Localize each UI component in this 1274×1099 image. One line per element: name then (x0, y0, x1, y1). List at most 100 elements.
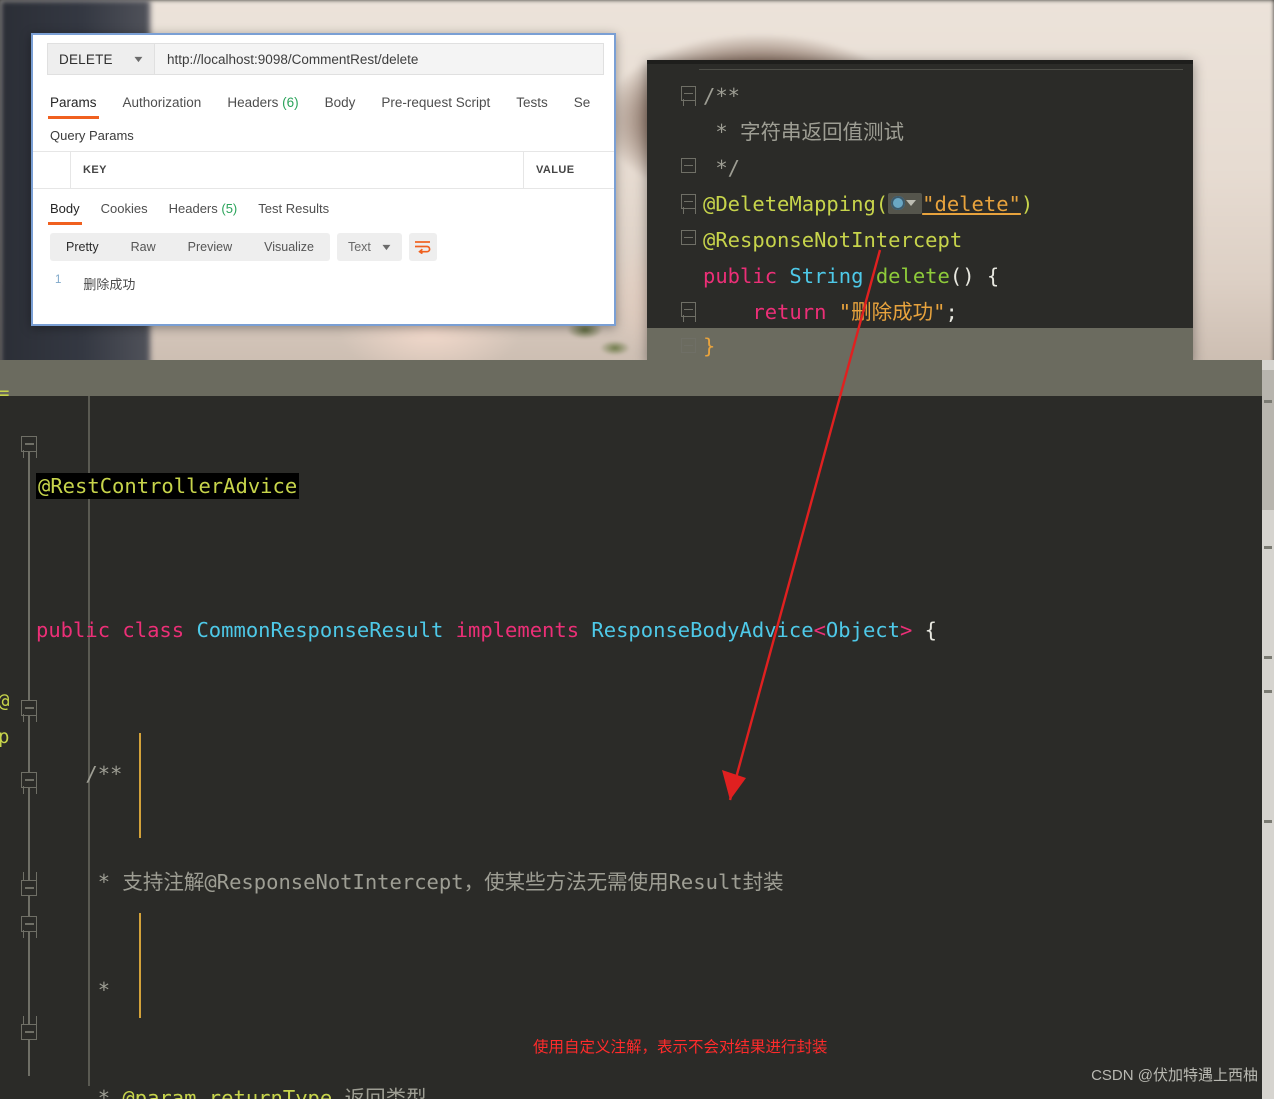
code-fold-icon[interactable] (681, 158, 696, 173)
tab-authorization[interactable]: Authorization (123, 95, 202, 119)
tab-headers-count: (6) (282, 95, 299, 110)
view-mode-visualize[interactable]: Visualize (248, 233, 330, 261)
delete-mapping-path: "delete" (922, 192, 1021, 216)
tab-response-headers[interactable]: Headers (5) (169, 201, 238, 225)
view-mode-raw[interactable]: Raw (115, 233, 172, 261)
tab-headers[interactable]: Headers (6) (227, 95, 298, 119)
scrollbar-marker (1264, 690, 1272, 693)
tab-tests[interactable]: Tests (516, 95, 548, 119)
return-semicolon: ; (945, 300, 958, 324)
scrollbar-marker (1264, 820, 1272, 823)
tab-pre-request-script-label: Pre-request Script (381, 95, 491, 110)
snippet-line-delete-mapping: @DeleteMapping( "delete") (703, 192, 1033, 216)
code-fold-icon[interactable] (681, 338, 696, 353)
keyword-public-class: public class (36, 618, 197, 642)
code-fold-icon[interactable] (681, 194, 696, 214)
response-body-row: 1 删除成功 (33, 269, 614, 293)
ide-editor: = @ p @RestControllerAdvice public class… (0, 360, 1274, 1099)
generic-open: < (813, 618, 826, 642)
code-row-javadoc-2: * (36, 972, 1274, 1008)
csdn-watermark: CSDN @伏加特遇上西柚 (1091, 1067, 1258, 1084)
params-col-value: VALUE (536, 164, 575, 176)
code-fold-icon[interactable] (681, 302, 696, 322)
red-annotation-note: 使用自定义注解，表示不会对结果进行封装 (533, 1038, 828, 1056)
code-fold-icon[interactable] (21, 772, 37, 794)
fold-region-line (28, 436, 30, 1076)
content-type-label: Text (347, 240, 371, 254)
scrollbar-marker (1264, 546, 1272, 549)
tab-body-label: Body (324, 95, 356, 110)
scrollbar-thumb[interactable] (1262, 370, 1274, 510)
tab-settings[interactable]: Se (574, 95, 591, 119)
method-signature-tail: () { (949, 264, 1000, 288)
text-wrap-icon[interactable] (408, 233, 437, 261)
keyword-public: public (703, 264, 778, 288)
delete-mapping-tail: ) (1020, 192, 1034, 216)
tab-tests-label: Tests (516, 95, 548, 110)
scrollbar-marker (1264, 656, 1272, 659)
keyword-return: return (752, 300, 827, 324)
snippet-line-closing-brace: } (703, 334, 716, 358)
tab-authorization-label: Authorization (122, 95, 202, 110)
query-params-label: Query Params (50, 128, 134, 143)
view-mode-group: Pretty Raw Preview Visualize (50, 233, 330, 261)
http-method-select[interactable]: DELETE ▼ (47, 43, 154, 75)
code-fold-icon[interactable] (681, 86, 696, 106)
code-fold-icon[interactable] (21, 916, 37, 938)
tab-pre-request-script[interactable]: Pre-request Script (381, 95, 490, 119)
code-fold-icon[interactable] (21, 700, 37, 722)
code-fold-icon[interactable] (21, 436, 37, 458)
controller-code-snippet: /** * 字符串返回值测试 */ @DeleteMapping( "delete… (647, 60, 1193, 364)
snippet-line-comment-close: */ (703, 156, 741, 180)
delete-mapping-annotation: @DeleteMapping( (703, 192, 889, 216)
snippet-gutter (647, 64, 699, 364)
gutter-overlay-glyph: @ (0, 690, 9, 712)
response-tab-bar: Body Cookies Headers (5) Test Results (33, 189, 614, 225)
tab-params[interactable]: Params (48, 95, 99, 119)
tab-test-results[interactable]: Test Results (258, 201, 329, 225)
request-url-input[interactable]: http://localhost:9098/CommentRest/delete (154, 43, 604, 75)
ide-code-text[interactable]: @RestControllerAdvice public class Commo… (36, 360, 1274, 1099)
snippet-line-comment-open: /** (703, 84, 741, 108)
tab-headers-label: Headers (227, 95, 279, 110)
snippet-code-text[interactable]: /** * 字符串返回值测试 */ @DeleteMapping( "delete… (703, 78, 1193, 330)
code-row-class-annotation: @RestControllerAdvice (36, 468, 1274, 504)
editor-scrollbar[interactable] (1262, 360, 1274, 1099)
code-fold-icon[interactable] (681, 230, 696, 245)
gutter-overlay-glyph: p (0, 726, 10, 748)
tab-response-headers-label: Headers (168, 201, 218, 216)
postman-url-bar: DELETE ▼ http://localhost:9098/CommentRe… (33, 35, 614, 81)
code-fold-icon[interactable] (21, 1016, 37, 1040)
code-row-javadoc-open: /** (36, 756, 1274, 792)
tab-settings-label: Se (573, 95, 591, 110)
http-method-label: DELETE (59, 51, 113, 67)
code-fold-icon[interactable] (21, 872, 37, 896)
snippet-line-return: return "删除成功"; (752, 300, 957, 324)
code-row-javadoc-3: * @param returnType 返回类型 (36, 1080, 1274, 1099)
ide-gutter: = @ p (0, 360, 37, 1099)
method-delete: delete (875, 264, 950, 288)
params-select-all-checkbox[interactable] (33, 152, 71, 188)
request-url-text: http://localhost:9098/CommentRest/delete (167, 51, 419, 67)
tab-test-results-label: Test Results (258, 201, 330, 216)
web-endpoint-icon[interactable] (888, 193, 923, 214)
interface-name: ResponseBodyAdvice (591, 618, 814, 642)
snippet-line-comment-body: * 字符串返回值测试 (703, 120, 905, 144)
view-mode-pretty[interactable]: Pretty (50, 233, 115, 261)
snippet-current-line-band: } (647, 328, 1193, 364)
tab-params-label: Params (50, 95, 97, 110)
javadoc-open: /** (36, 762, 123, 786)
class-annotation: @RestControllerAdvice (36, 473, 300, 499)
return-string-literal: "删除成功" (838, 300, 946, 324)
chevron-down-icon: ▼ (379, 242, 394, 252)
tab-response-body-label: Body (50, 201, 80, 216)
type-string: String (789, 264, 864, 288)
tab-cookies[interactable]: Cookies (101, 201, 148, 225)
view-mode-preview[interactable]: Preview (172, 233, 248, 261)
tab-body[interactable]: Body (325, 95, 356, 119)
chevron-down-icon: ▼ (131, 54, 146, 64)
content-type-select[interactable]: Text ▼ (336, 233, 402, 261)
tab-response-body[interactable]: Body (48, 201, 82, 225)
gutter-overlay-glyph: = (0, 382, 10, 404)
response-toolbar: Pretty Raw Preview Visualize Text ▼ (33, 225, 614, 269)
